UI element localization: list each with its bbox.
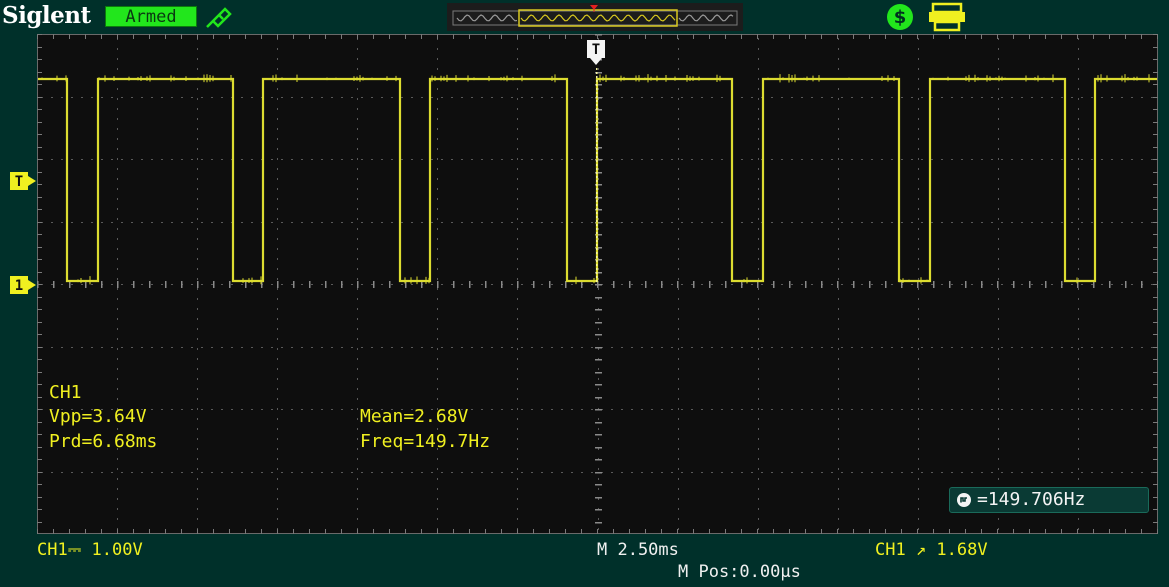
frequency-counter: =149.706Hz bbox=[949, 487, 1149, 513]
channel1-scale[interactable]: CH1⎓ 1.00V bbox=[37, 540, 143, 560]
svg-text:1: 1 bbox=[15, 278, 23, 294]
probe-icon bbox=[206, 7, 232, 28]
timebase-overview-icon bbox=[447, 3, 743, 31]
svg-text:T: T bbox=[592, 42, 600, 58]
top-bar: Siglent Armed $ bbox=[0, 0, 1169, 34]
acquire-status-badge: Armed bbox=[105, 6, 197, 27]
graticule bbox=[37, 34, 1158, 534]
dollar-icon: $ bbox=[887, 4, 913, 30]
measurement-mean: Mean=2.68V bbox=[360, 406, 469, 427]
trigger-setting[interactable]: CH1 ↗ 1.68V bbox=[875, 540, 988, 560]
timebase-scale[interactable]: M 2.50ms bbox=[597, 540, 679, 560]
measurement-channel: CH1 bbox=[49, 382, 82, 403]
trigger-level-marker[interactable]: T bbox=[10, 172, 36, 190]
measurement-frequency: Freq=149.7Hz bbox=[360, 431, 491, 452]
trigger-position-marker[interactable]: T bbox=[586, 40, 606, 68]
brand-logo: Siglent bbox=[2, 2, 91, 29]
measurement-vpp: Vpp=3.64V bbox=[49, 406, 147, 427]
measurement-period: Prd=6.68ms bbox=[49, 431, 158, 452]
svg-text:T: T bbox=[15, 174, 23, 190]
frequency-counter-value: =149.706Hz bbox=[977, 489, 1086, 510]
printer-icon bbox=[929, 2, 965, 32]
horizontal-position[interactable]: M Pos:0.00μs bbox=[678, 562, 801, 582]
channel1-ground-marker[interactable]: 1 bbox=[10, 276, 36, 294]
frequency-counter-icon bbox=[957, 493, 971, 507]
waveform-display[interactable] bbox=[37, 34, 1158, 534]
svg-text:$: $ bbox=[894, 7, 907, 28]
